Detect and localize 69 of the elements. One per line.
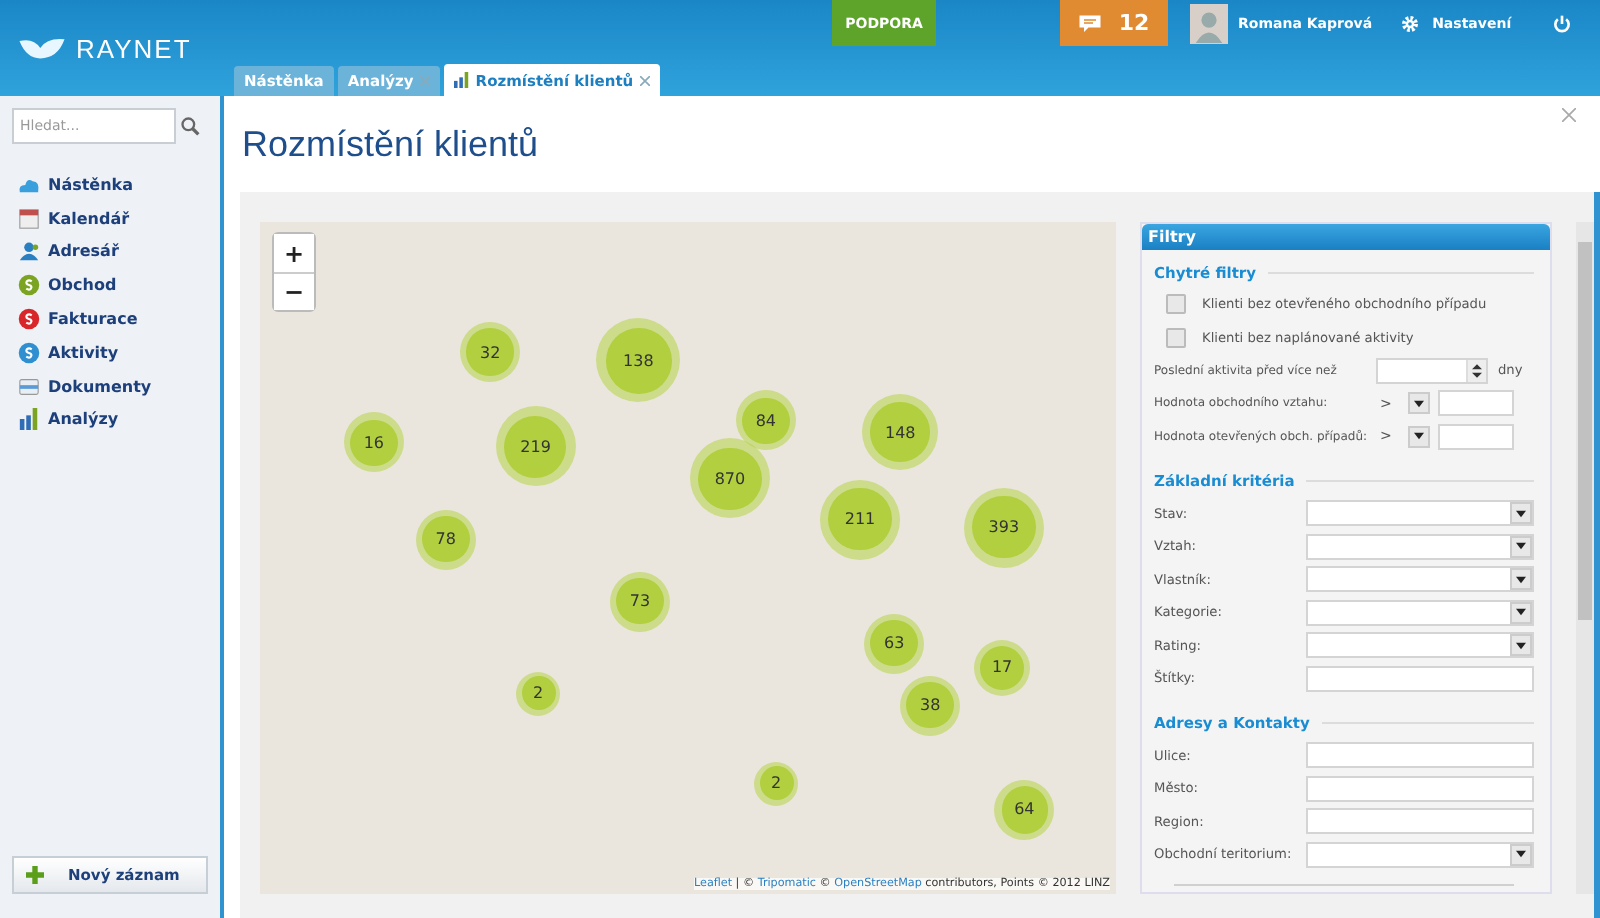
dropdown-field[interactable] bbox=[1306, 841, 1534, 868]
text-field[interactable] bbox=[1306, 665, 1534, 692]
chat-icon bbox=[1078, 14, 1103, 32]
cluster-marker[interactable]: 138 bbox=[596, 318, 681, 403]
cluster-marker[interactable]: 2 bbox=[754, 761, 799, 806]
nav-item[interactable]: Dokumenty bbox=[12, 369, 208, 404]
page-title: Rozmístění klientů bbox=[242, 123, 539, 165]
logo-text: RAYNET bbox=[76, 33, 192, 63]
panel-header: Filtry bbox=[1142, 224, 1550, 250]
checkbox[interactable] bbox=[1166, 327, 1186, 348]
value-field[interactable] bbox=[1438, 423, 1514, 450]
bar-chart-icon bbox=[453, 72, 470, 88]
dropdown-arrow-icon bbox=[1516, 542, 1526, 551]
cluster-marker[interactable]: 78 bbox=[415, 509, 476, 570]
text-field[interactable] bbox=[1306, 775, 1534, 802]
dropdown-field[interactable] bbox=[1306, 566, 1534, 593]
nav-item[interactable]: Nástěnka bbox=[12, 168, 208, 202]
nav-item[interactable]: Kalendář bbox=[12, 201, 208, 236]
number-field[interactable] bbox=[1376, 357, 1488, 384]
plus-icon bbox=[26, 866, 44, 884]
person-icon bbox=[18, 240, 40, 263]
cluster-marker[interactable]: 393 bbox=[963, 487, 1044, 568]
close-icon[interactable] bbox=[419, 76, 430, 86]
dropdown-arrow-icon bbox=[1516, 850, 1526, 859]
cluster-marker[interactable]: 219 bbox=[495, 406, 576, 487]
value-field[interactable] bbox=[1438, 390, 1514, 417]
nav-item[interactable]: Aktivity bbox=[12, 335, 208, 370]
cluster-marker[interactable]: 211 bbox=[820, 479, 901, 559]
zoom-out-button[interactable]: − bbox=[274, 272, 314, 310]
spin-arrows-icon[interactable] bbox=[1472, 361, 1482, 380]
dropdown-arrow-icon bbox=[1516, 641, 1526, 650]
dropdown-field[interactable] bbox=[1306, 632, 1534, 659]
search-icon[interactable] bbox=[180, 116, 200, 136]
checkbox[interactable] bbox=[1166, 294, 1186, 315]
power-icon[interactable] bbox=[1551, 13, 1572, 33]
close-icon[interactable] bbox=[639, 75, 650, 85]
document-icon bbox=[18, 375, 40, 398]
text-field[interactable] bbox=[1306, 742, 1534, 769]
nav-item[interactable]: Fakturace bbox=[12, 302, 208, 336]
dropdown-arrow-icon bbox=[1516, 509, 1526, 518]
dropdown-field[interactable] bbox=[1306, 533, 1534, 560]
cluster-marker[interactable]: 2 bbox=[516, 671, 561, 716]
nav-item[interactable]: Obchod bbox=[12, 268, 208, 303]
chart-icon bbox=[18, 408, 40, 431]
cluster-marker[interactable]: 16 bbox=[343, 412, 404, 473]
cluster-marker[interactable]: 17 bbox=[974, 639, 1031, 696]
cluster-marker[interactable]: 64 bbox=[994, 780, 1055, 840]
cluster-marker[interactable]: 63 bbox=[864, 613, 925, 674]
dropdown-arrow-icon bbox=[1414, 399, 1424, 408]
nav-item[interactable]: Analýzy bbox=[12, 403, 208, 437]
logo-icon bbox=[16, 34, 68, 62]
dropdown-field[interactable] bbox=[1306, 500, 1534, 527]
close-icon[interactable] bbox=[1562, 108, 1576, 122]
cluster-marker[interactable]: 148 bbox=[862, 394, 939, 471]
cluster-marker[interactable]: 870 bbox=[689, 438, 770, 519]
dropdown-arrow-icon bbox=[1414, 432, 1424, 441]
cluster-marker[interactable]: 73 bbox=[610, 571, 671, 631]
dropdown-arrow-icon bbox=[1516, 575, 1526, 584]
scrollbar[interactable] bbox=[1576, 222, 1594, 894]
settings-icon[interactable] bbox=[1400, 13, 1421, 33]
cluster-marker[interactable]: 84 bbox=[735, 390, 796, 451]
cluster-marker[interactable]: 38 bbox=[900, 675, 961, 736]
nav-item[interactable]: Adresář bbox=[12, 235, 208, 269]
cluster-marker[interactable]: 32 bbox=[460, 322, 521, 383]
dropdown-field[interactable] bbox=[1306, 599, 1534, 626]
dropdown-arrow-icon bbox=[1516, 608, 1526, 617]
text-field[interactable] bbox=[1306, 808, 1534, 835]
avatar bbox=[1190, 3, 1228, 43]
calendar-icon bbox=[18, 207, 40, 230]
